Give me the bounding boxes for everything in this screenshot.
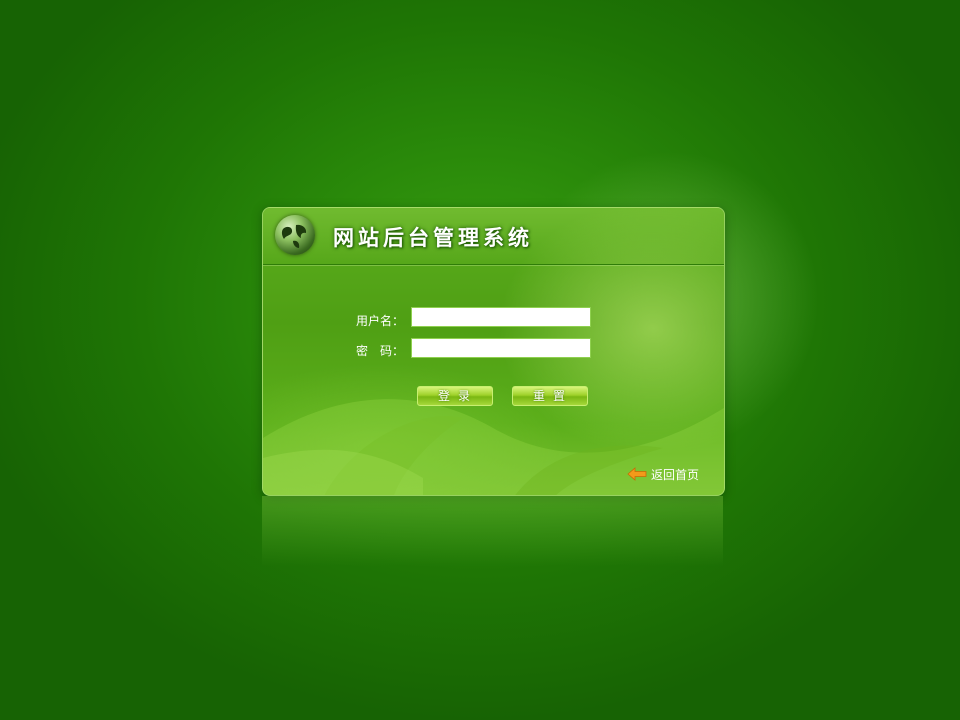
arrow-left-icon [627, 467, 647, 481]
globe-icon [275, 215, 315, 255]
login-button[interactable]: 登录 [417, 386, 493, 406]
login-panel: 网站后台管理系统 用户名： 密 码： 登录 重置 返回首页 [262, 207, 725, 496]
panel-reflection [262, 496, 723, 566]
panel-header: 网站后台管理系统 [263, 208, 724, 265]
back-home-label: 返回首页 [651, 467, 700, 482]
password-input[interactable] [411, 338, 591, 358]
username-label: 用户名： [356, 314, 405, 328]
reset-button[interactable]: 重置 [512, 386, 588, 406]
password-label: 密 码： [356, 344, 405, 358]
back-home-link[interactable]: 返回首页 [627, 466, 699, 482]
page-title: 网站后台管理系统 [333, 225, 533, 250]
username-input[interactable] [411, 307, 591, 327]
